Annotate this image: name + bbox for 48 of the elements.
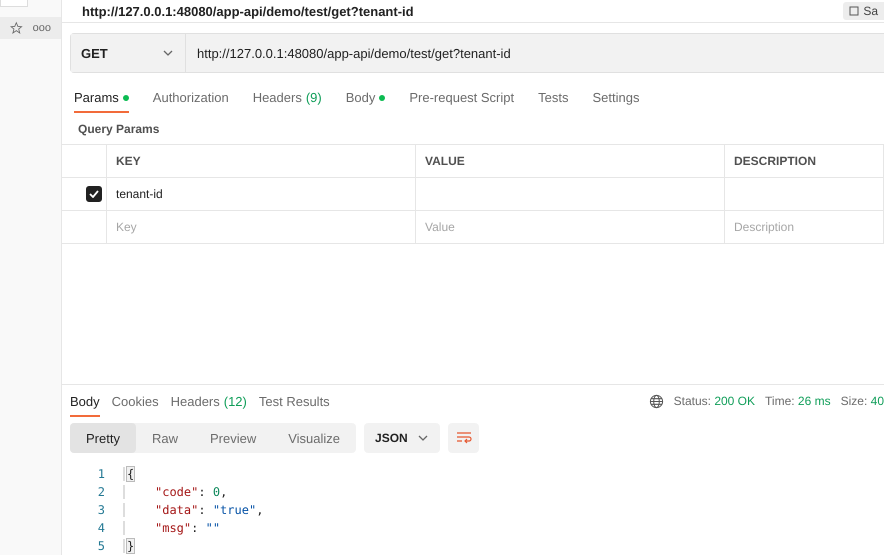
sidebar-item[interactable]: ooo — [0, 17, 61, 39]
response-tab[interactable]: Body — [70, 391, 100, 417]
caret-icon — [418, 435, 428, 441]
status-text: Status: 200 OK — [674, 394, 756, 408]
star-icon — [10, 21, 23, 35]
request-tab[interactable]: Authorization — [152, 87, 229, 113]
line-number: 5 — [96, 539, 105, 553]
checkbox[interactable] — [86, 186, 102, 202]
method-dropdown[interactable]: GET — [71, 34, 186, 72]
line-number: 3 — [96, 503, 105, 517]
view-mode-tab[interactable]: Raw — [136, 423, 194, 453]
request-tab[interactable]: Params — [74, 87, 129, 113]
format-dropdown[interactable]: JSON — [364, 423, 440, 453]
globe-icon — [648, 394, 664, 408]
request-tab[interactable]: Body — [346, 87, 386, 113]
code-line: { — [123, 467, 134, 481]
view-mode-tab[interactable]: Pretty — [70, 423, 136, 453]
wrap-lines-button[interactable] — [448, 423, 480, 453]
save-button[interactable]: Sa — [843, 2, 884, 20]
caret-icon — [163, 50, 173, 56]
status-text: Time: 26 ms — [765, 394, 831, 408]
code-line: } — [123, 539, 134, 553]
line-number: 4 — [96, 521, 105, 535]
code-line: "data": "true", — [123, 503, 264, 517]
request-tab[interactable]: Settings — [592, 87, 640, 113]
line-number: 1 — [96, 467, 105, 481]
column-header: VALUE — [416, 145, 725, 178]
request-tab[interactable]: Tests — [538, 87, 568, 113]
view-mode-tab[interactable]: Preview — [194, 423, 272, 453]
wrap-lines-icon — [456, 431, 472, 445]
response-tab[interactable]: Headers (12) — [170, 391, 247, 417]
response-tab[interactable]: Test Results — [258, 391, 330, 417]
request-title: http://127.0.0.1:48080/app-api/demo/test/get?tenant-id — [82, 4, 414, 18]
table-cell: tenant-id — [107, 178, 416, 211]
save-icon — [849, 6, 860, 16]
line-number: 2 — [96, 485, 105, 499]
code-line: "code": 0, — [123, 485, 228, 499]
checkmark-icon — [89, 190, 99, 198]
column-header: KEY — [107, 145, 416, 178]
status-text: Size: 40 — [840, 394, 884, 408]
section-title: Query Params — [77, 121, 160, 138]
code-line: "msg": "" — [123, 521, 220, 535]
response-tab[interactable]: Cookies — [112, 391, 159, 417]
url-bar[interactable]: GET http://127.0.0.1:48080/app-api/demo/test/get?tenant-id — [70, 33, 884, 73]
request-tab[interactable]: Headers (9) — [252, 87, 322, 113]
request-tab[interactable]: Pre-request Script — [409, 87, 514, 113]
column-header: DESCRIPTION — [725, 145, 884, 178]
view-mode-tab[interactable]: Visualize — [272, 423, 356, 453]
